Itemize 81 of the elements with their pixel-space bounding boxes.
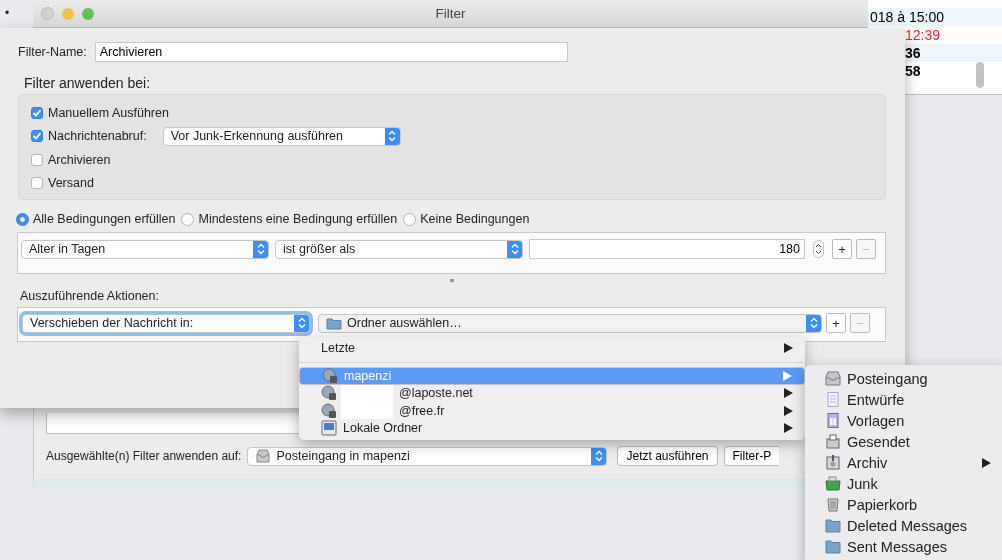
checkbox-label: Archivieren — [48, 152, 111, 167]
menu-item[interactable]: Junk — [825, 473, 991, 494]
folder-icon — [825, 518, 841, 533]
locked-server-icon — [321, 402, 337, 419]
menu-item[interactable]: @laposte.net — [299, 384, 805, 402]
checkbox[interactable] — [31, 153, 43, 166]
checkbox[interactable] — [31, 130, 43, 143]
template-icon — [825, 413, 841, 428]
notepad-icon — [825, 392, 841, 407]
inbox-tray-icon — [825, 371, 841, 386]
add-button[interactable]: + — [832, 239, 852, 259]
checkbox[interactable] — [31, 106, 43, 119]
message-date: 018 à 15:00 — [870, 9, 944, 25]
checkbox-label: Nachrichtenabruf: — [48, 129, 147, 144]
days-field[interactable]: 180 — [529, 239, 805, 259]
folder-icon — [326, 316, 342, 330]
radio-label: Alle Bedingungen erfüllen — [33, 212, 176, 226]
chevron-icon — [806, 314, 821, 332]
radio-button[interactable] — [403, 212, 417, 226]
recycle-bin-icon — [825, 476, 841, 491]
message-date: 58 — [905, 63, 921, 79]
chevron-icon — [591, 447, 607, 465]
radio-label: Keine Bedingungen — [420, 212, 530, 226]
submenu-arrow-icon — [784, 343, 793, 353]
archive-box-icon — [825, 455, 841, 470]
checkbox-label: Manuellem Ausführen — [48, 105, 169, 120]
checkbox[interactable] — [31, 177, 43, 190]
apply-folder-select[interactable]: Posteingang in mapenzi — [247, 446, 608, 466]
submenu-arrow-icon — [784, 405, 793, 416]
radio-button[interactable] — [181, 212, 195, 226]
menu-item[interactable]: Entwürfe — [825, 389, 991, 410]
resize-grip[interactable] — [450, 279, 454, 282]
add-button[interactable]: + — [826, 313, 846, 333]
locked-server-icon — [322, 367, 338, 384]
locked-server-icon — [321, 385, 337, 402]
chevron-icon — [507, 240, 522, 258]
checkbox-label: Versand — [48, 176, 94, 191]
submenu-arrow-icon — [783, 370, 792, 381]
action-select[interactable]: Verschieben der Nachricht in: — [22, 313, 310, 333]
condition-field-select[interactable]: Alter in Tagen — [21, 239, 269, 259]
outbox-icon — [825, 434, 841, 449]
inbox-tray-icon — [255, 449, 272, 463]
scrollbar-thumb[interactable] — [976, 62, 984, 88]
menu-item[interactable]: @free.fr — [299, 402, 805, 420]
menu-item[interactable]: Sent Messages — [825, 536, 991, 557]
chevron-icon — [294, 314, 309, 332]
close-button[interactable] — [41, 7, 54, 20]
zoom-button[interactable] — [82, 7, 94, 20]
message-date: 12:39 — [905, 27, 941, 43]
filter-name-label: Filter-Name: — [18, 45, 87, 59]
menu-item[interactable]: Papierkorb — [825, 494, 991, 515]
chevron-icon — [253, 240, 268, 258]
window-title: Filter — [435, 6, 466, 21]
radio-button[interactable] — [16, 212, 29, 226]
section-heading: Auszuführende Aktionen: — [20, 289, 160, 303]
menu-item[interactable]: Vorlagen — [825, 410, 991, 431]
menu-item[interactable]: Archiv — [825, 452, 991, 473]
filter-log-button[interactable]: Filter-P — [723, 446, 780, 466]
message-date: 36 — [905, 45, 921, 61]
folder-icon — [825, 539, 841, 554]
minimize-button[interactable] — [62, 7, 74, 20]
submenu-arrow-icon — [784, 388, 793, 399]
operator-select[interactable]: ist größer als — [275, 239, 523, 259]
stepper-icon[interactable] — [813, 240, 824, 258]
menu-item[interactable]: Letzte — [299, 338, 805, 358]
menu-item[interactable]: Gesendet — [825, 431, 991, 452]
trash-icon — [825, 497, 841, 512]
chevron-icon — [384, 127, 400, 145]
section-heading: Filter anwenden bei: — [24, 75, 152, 91]
menu-item[interactable]: Lokale Ordner — [299, 419, 805, 437]
folder-select[interactable]: Ordner auswählen… — [318, 313, 822, 333]
menu-item[interactable]: Deleted Messages — [825, 515, 991, 536]
filter-name-field[interactable]: Archivieren — [94, 42, 568, 62]
timing-select[interactable]: Vor Junk-Erkennung ausführen — [162, 126, 401, 146]
bullet-mark: • — [5, 6, 10, 20]
computer-icon — [321, 420, 337, 437]
submenu-arrow-icon — [784, 423, 793, 434]
radio-label: Mindestens eine Bedingung erfüllen — [198, 212, 398, 226]
run-now-button[interactable]: Jetzt ausführen — [617, 446, 718, 466]
menu-item[interactable]: Posteingang — [825, 368, 991, 389]
apply-label: Ausgewählte(n) Filter anwenden auf: — [46, 449, 242, 463]
